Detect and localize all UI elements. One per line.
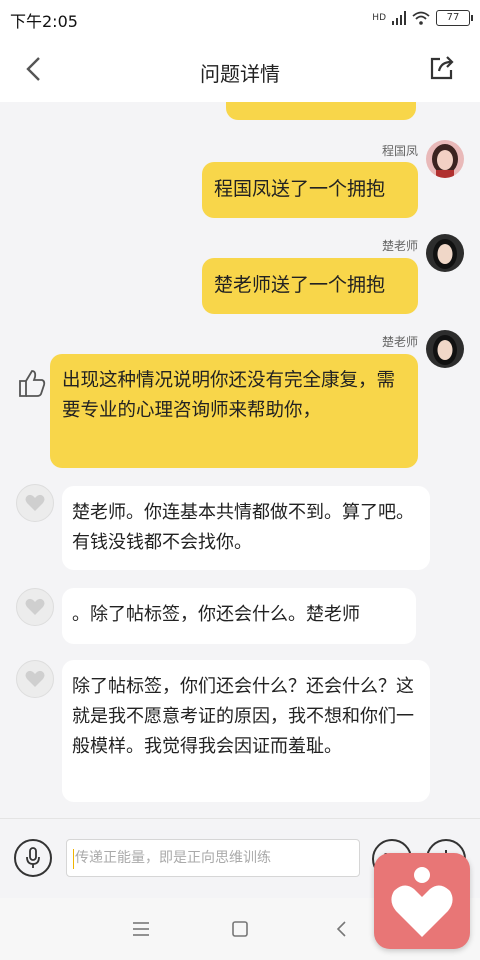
message-bubble-partial	[226, 102, 416, 120]
square-icon	[232, 921, 248, 937]
menu-button[interactable]	[128, 916, 154, 942]
status-time: 下午2:05	[10, 12, 78, 31]
like-button[interactable]	[18, 368, 46, 398]
avatar[interactable]	[16, 484, 54, 522]
text-caret	[73, 849, 74, 869]
system-back-button[interactable]	[328, 916, 354, 942]
voice-button[interactable]	[14, 839, 52, 877]
message-bubble[interactable]: 。除了帖标签，你还会什么。楚老师	[62, 588, 416, 644]
status-bar: 下午2:05 HD 77	[0, 0, 480, 36]
chat-list[interactable]: 程国凤 程国凤送了一个拥抱 楚老师 楚老师送了一个拥抱 楚老师 出现这种情况说明…	[0, 102, 480, 818]
heart-icon	[25, 494, 45, 511]
message-bubble[interactable]: 楚老师送了一个拥抱	[202, 258, 418, 314]
message-bubble[interactable]: 出现这种情况说明你还没有完全康复，需要专业的心理咨询师来帮助你，	[50, 354, 418, 468]
page-title: 问题详情	[200, 62, 280, 86]
signal-label: HD	[372, 13, 386, 23]
avatar[interactable]	[16, 588, 54, 626]
avatar[interactable]	[426, 140, 464, 178]
nav-bar: 问题详情	[0, 36, 480, 102]
battery-icon: 77	[436, 10, 473, 26]
share-icon	[430, 56, 454, 80]
floating-heart-button[interactable]	[374, 853, 470, 949]
heart-icon	[25, 670, 45, 687]
wifi-icon	[412, 11, 430, 25]
heart-icon	[25, 598, 45, 615]
input-placeholder: 传递正能量，即是正向思维训练	[75, 850, 271, 866]
message-input[interactable]: 传递正能量，即是正向思维训练	[66, 839, 360, 877]
heart-person-icon	[391, 867, 453, 937]
message-bubble[interactable]: 除了帖标签，你们还会什么？还会什么？这就是我不愿意考证的原因，我不想和你们一般模…	[62, 660, 430, 802]
message-bubble[interactable]: 程国凤送了一个拥抱	[202, 162, 418, 218]
sender-name: 程国凤	[381, 144, 418, 158]
menu-icon	[133, 922, 149, 936]
sender-name: 楚老师	[381, 335, 418, 349]
thumbs-up-icon	[19, 370, 46, 397]
message-bubble[interactable]: 楚老师。你连基本共情都做不到。算了吧。有钱没钱都不会找你。	[62, 486, 430, 570]
microphone-icon	[26, 847, 40, 868]
sender-name: 楚老师	[381, 239, 418, 253]
signal-icon	[392, 11, 406, 25]
avatar[interactable]	[426, 330, 464, 368]
avatar[interactable]	[426, 234, 464, 272]
avatar[interactable]	[16, 660, 54, 698]
home-button[interactable]	[227, 916, 253, 942]
share-button[interactable]	[428, 54, 460, 86]
status-icons: HD 77	[372, 8, 473, 28]
chevron-left-icon	[336, 921, 346, 937]
